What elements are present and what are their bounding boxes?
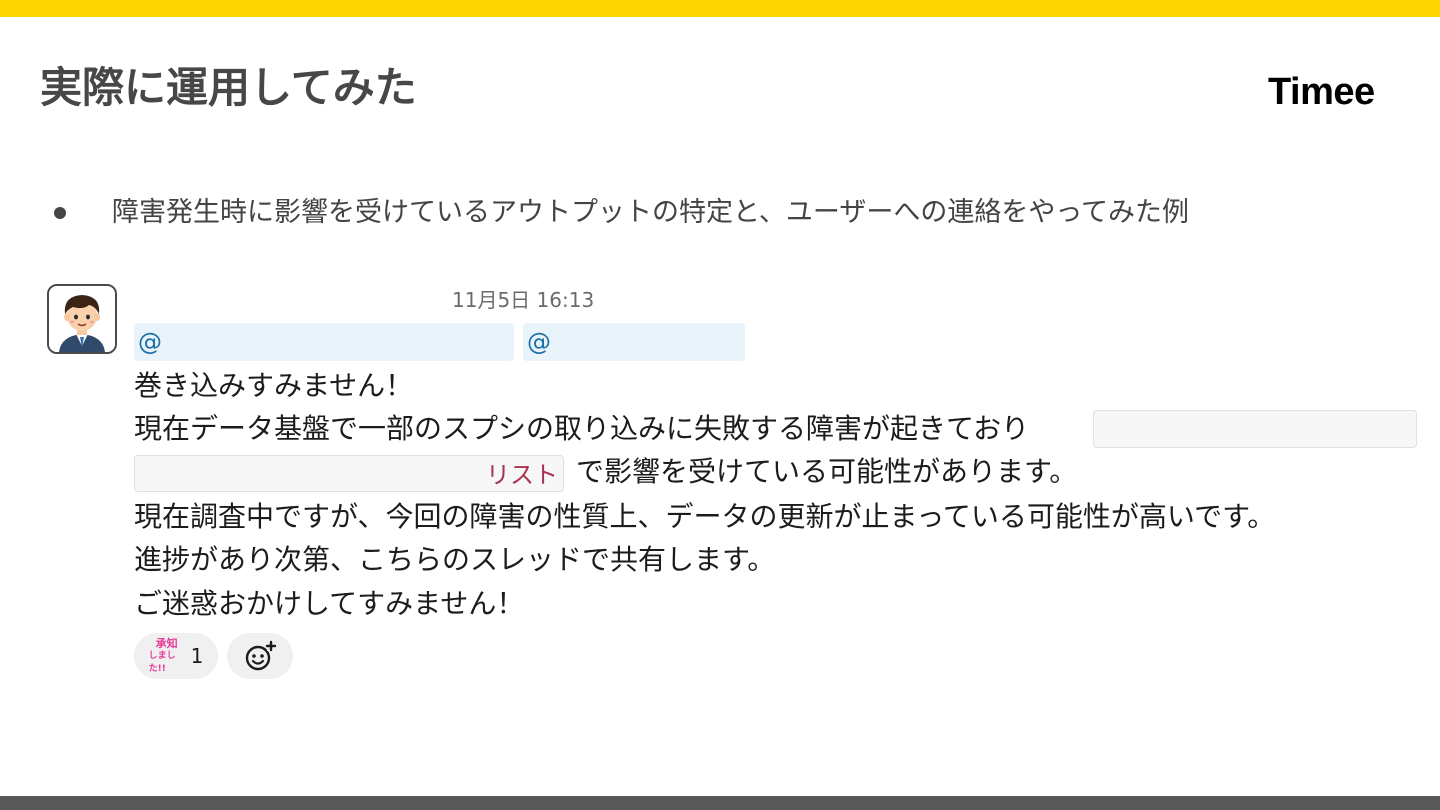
acknowledged-stamp-icon: 承知 しました!!: [149, 636, 185, 674]
slide-title: 実際に運用してみた: [40, 63, 417, 112]
message-line-4: 現在調査中ですが、今回の障害の性質上、データの更新が止まっている可能性が高いです…: [134, 500, 1276, 533]
user-mention-1[interactable]: @: [134, 323, 514, 361]
bullet-text: 障害発生時に影響を受けているアウトプットの特定と、ユーザーへの連絡をやってみた例: [112, 197, 1190, 228]
reaction-acknowledged[interactable]: 承知 しました!! 1: [134, 633, 218, 679]
user-mention-2[interactable]: @: [523, 323, 745, 361]
user-avatar[interactable]: [47, 284, 117, 354]
reaction-count: 1: [190, 644, 204, 668]
stamp-line-1: 承知: [155, 636, 178, 650]
add-reaction-button[interactable]: [227, 633, 293, 679]
stamp-line-2: しました!!: [148, 650, 176, 674]
bottom-bar: [0, 796, 1440, 810]
bullet-dot: [54, 207, 66, 219]
message-line-6: ご迷惑おかけしてすみません！: [134, 587, 525, 620]
message-line-1: 巻き込みすみません！: [134, 369, 414, 402]
list-link[interactable]: リスト: [486, 459, 558, 491]
redacted-link-box: [1093, 410, 1417, 448]
add-reaction-icon: [245, 640, 277, 671]
message-line-2: 現在データ基盤で一部のスプシの取り込みに失敗する障害が起きており: [134, 412, 1030, 445]
avatar-person-icon: [49, 286, 115, 352]
bullet-item: 障害発生時に影響を受けているアウトプットの特定と、ユーザーへの連絡をやってみた例: [54, 193, 1189, 233]
timee-logo: Timee: [1268, 71, 1375, 113]
top-accent-bar: [0, 0, 1440, 17]
message-line-5: 進捗があり次第、こちらのスレッドで共有します。: [134, 543, 776, 576]
message-timestamp[interactable]: 11月5日 16:13: [452, 286, 594, 314]
message-line-3: で影響を受けている可能性があります。: [576, 455, 1078, 488]
